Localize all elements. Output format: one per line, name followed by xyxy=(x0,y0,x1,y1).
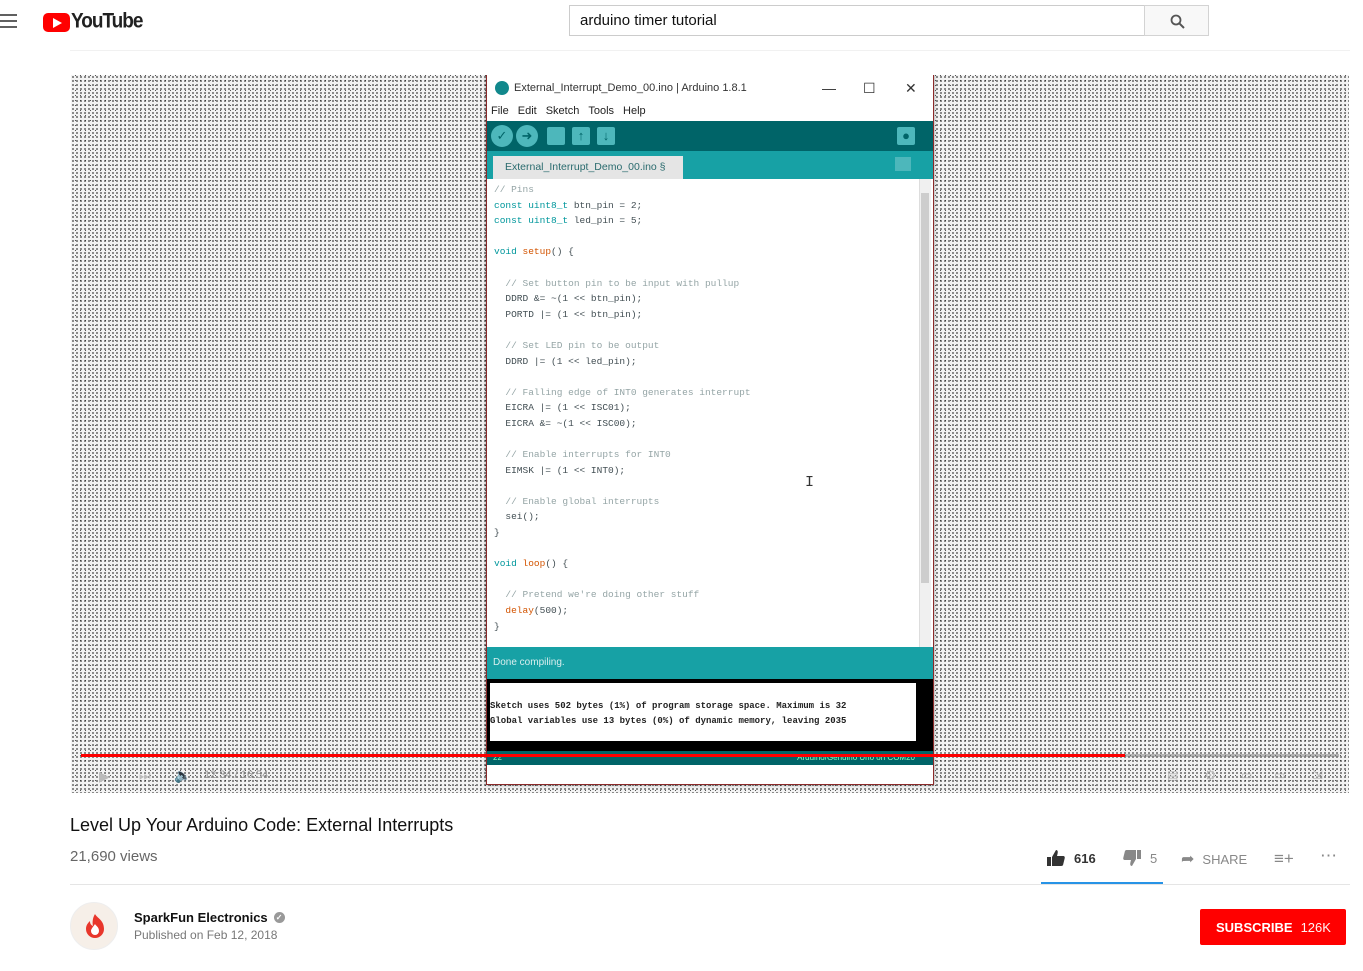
ide-title-bar: External_Interrupt_Demo_00.ino | Arduino… xyxy=(487,75,933,101)
ide-menu-help: Help xyxy=(623,105,646,117)
subscribe-button[interactable]: SUBSCRIBE 126K xyxy=(1200,909,1346,945)
ide-menu-edit: Edit xyxy=(517,105,537,117)
channel-avatar[interactable] xyxy=(70,902,118,950)
serial-monitor-icon: ● xyxy=(897,127,915,145)
next-icon[interactable]: ⏭ xyxy=(139,768,151,784)
verify-icon: ✓ xyxy=(491,125,513,147)
subscriber-count: 126K xyxy=(1300,920,1331,935)
play-logo-icon xyxy=(43,12,70,32)
like-button[interactable]: 616 xyxy=(1046,849,1096,867)
search-input[interactable]: arduino timer tutorial xyxy=(569,5,1145,36)
ide-console: Sketch uses 502 bytes (1%) of program st… xyxy=(487,679,933,751)
verified-icon: ✓ xyxy=(273,912,285,923)
time-display: 12:34 / 16:54 xyxy=(204,769,269,781)
masthead: YouTube arduino timer tutorial xyxy=(0,0,1363,44)
ide-menu-sketch: Sketch xyxy=(545,105,580,117)
search-icon xyxy=(1170,14,1185,29)
search-button[interactable] xyxy=(1144,5,1209,36)
upload-icon: ➜ xyxy=(516,125,538,147)
progress-fill xyxy=(81,754,1126,757)
dislike-button[interactable]: 5 xyxy=(1122,849,1157,867)
thumbs-up-icon xyxy=(1047,850,1065,866)
add-to-playlist-icon: ≡+ xyxy=(1274,849,1294,868)
tab-dropdown-icon xyxy=(895,157,911,171)
subtitles-icon[interactable]: ▤ xyxy=(1167,768,1178,782)
player-controls: ▶ ⏭ 🔈 12:34 / 16:54 ▤ ⚙ ▭ ▭ ⇲ xyxy=(71,761,1349,793)
hamburger-menu-icon[interactable] xyxy=(0,14,17,28)
console-line-2: Global variables use 13 bytes (0%) of dy… xyxy=(490,716,847,726)
ide-file-tab: External_Interrupt_Demo_00.ino § xyxy=(493,156,683,179)
settings-icon[interactable]: ⚙ xyxy=(1204,767,1217,784)
channel-name-row[interactable]: SparkFun Electronics ✓ xyxy=(134,910,285,925)
arduino-ide-window: External_Interrupt_Demo_00.ino | Arduino… xyxy=(486,75,934,785)
add-to-playlist-button[interactable]: ≡+ xyxy=(1274,849,1294,869)
sparkfun-flame-icon xyxy=(86,914,104,938)
like-count: 616 xyxy=(1074,850,1096,866)
info-divider xyxy=(70,884,1350,885)
editor-scrollbar xyxy=(919,179,931,647)
publish-date: Published on Feb 12, 2018 xyxy=(134,928,278,942)
ide-code-editor: // Pins const uint8_t btn_pin = 2; const… xyxy=(487,179,933,647)
arduino-logo-icon xyxy=(495,81,509,95)
console-line-1: Sketch uses 502 bytes (1%) of program st… xyxy=(490,701,847,711)
view-count: 21,690 views xyxy=(70,848,158,865)
ide-tab-strip: External_Interrupt_Demo_00.ino § xyxy=(487,151,933,179)
masthead-divider xyxy=(70,50,1350,51)
dislike-count: 5 xyxy=(1150,850,1158,866)
logo-text: YouTube xyxy=(71,9,143,33)
share-button[interactable]: ➦ SHARE xyxy=(1181,849,1247,869)
more-actions-button[interactable]: ⋯ xyxy=(1320,846,1337,866)
close-icon: ✕ xyxy=(905,80,917,96)
share-icon: ➦ xyxy=(1181,851,1195,868)
ide-title: External_Interrupt_Demo_00.ino | Arduino… xyxy=(514,82,747,94)
play-icon[interactable]: ▶ xyxy=(99,768,110,785)
channel-name[interactable]: SparkFun Electronics xyxy=(134,910,268,925)
fullscreen-icon[interactable]: ⇲ xyxy=(1312,767,1323,783)
save-sketch-icon: ↓ xyxy=(597,127,615,145)
text-cursor-icon: I xyxy=(805,474,815,491)
video-player[interactable]: External_Interrupt_Demo_00.ino | Arduino… xyxy=(71,75,1349,793)
ide-status: Done compiling. xyxy=(487,647,933,679)
subscribe-label: SUBSCRIBE xyxy=(1216,920,1293,935)
new-sketch-icon xyxy=(547,127,565,145)
ide-menu-tools: Tools xyxy=(588,105,615,117)
progress-bar[interactable] xyxy=(81,754,1339,757)
share-label: SHARE xyxy=(1202,851,1248,867)
open-sketch-icon: ↑ xyxy=(572,127,590,145)
youtube-logo[interactable]: YouTube xyxy=(43,9,143,33)
video-title: Level Up Your Arduino Code: External Int… xyxy=(70,815,454,835)
maximize-icon: ☐ xyxy=(863,80,876,96)
more-icon: ⋯ xyxy=(1320,846,1337,865)
ide-menu-file: File xyxy=(491,105,509,117)
minimize-icon: — xyxy=(822,80,836,96)
theater-icon[interactable]: ▭ xyxy=(1274,768,1285,782)
miniplayer-icon[interactable]: ▭ xyxy=(1241,768,1252,782)
ide-toolbar: ✓ ➜ ↑ ↓ ● xyxy=(487,121,933,151)
volume-icon[interactable]: 🔈 xyxy=(174,767,191,784)
thumbs-down-icon xyxy=(1123,850,1141,866)
ide-menu-bar: File Edit Sketch Tools Help xyxy=(487,101,933,121)
